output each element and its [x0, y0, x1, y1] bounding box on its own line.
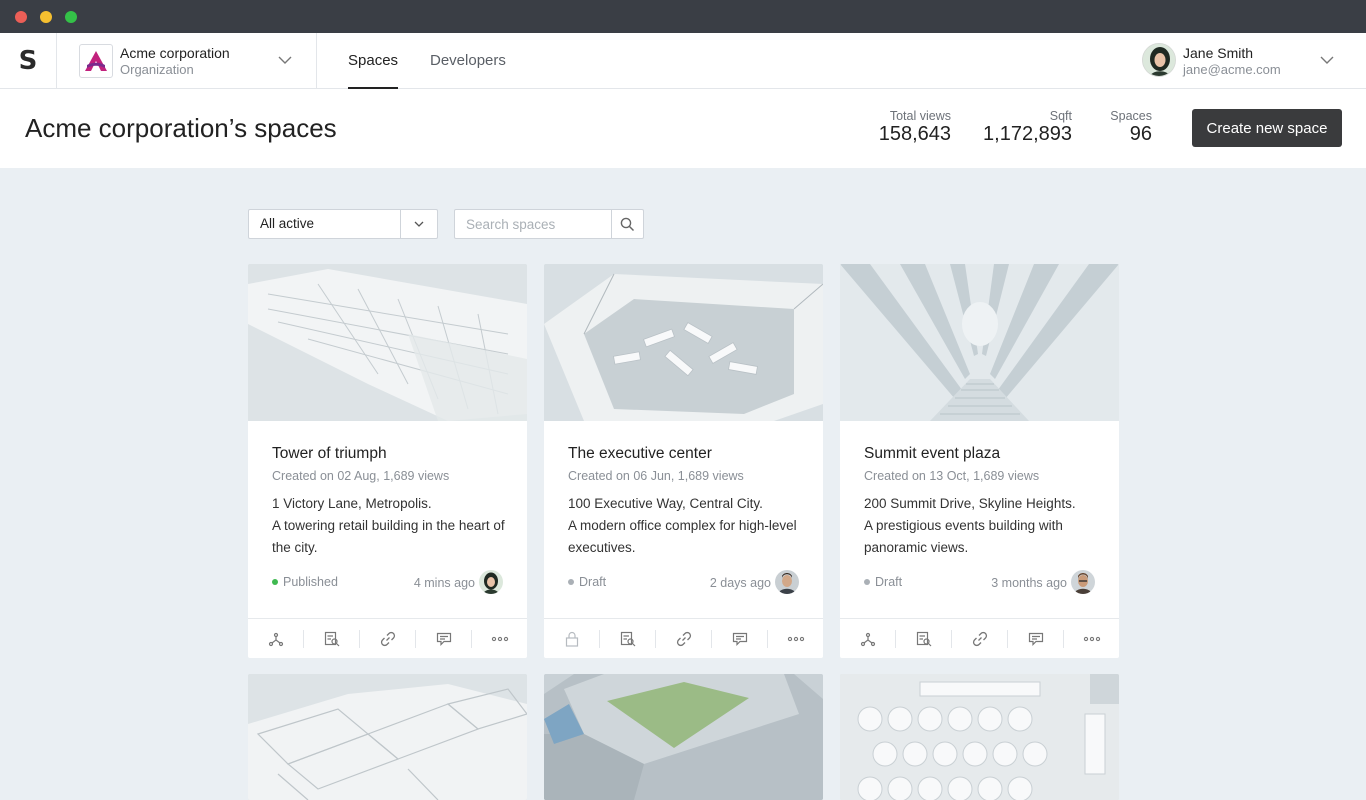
inspect-icon[interactable]	[600, 629, 656, 648]
space-title[interactable]: The executive center	[568, 445, 712, 463]
space-thumbnail[interactable]	[840, 674, 1119, 800]
inspect-icon[interactable]	[896, 629, 952, 648]
avatar	[479, 570, 503, 594]
comment-icon[interactable]	[1008, 629, 1064, 648]
more-icon[interactable]	[1064, 630, 1119, 648]
space-address: 200 Summit Drive, Skyline Heights.	[864, 496, 1076, 511]
chevron-down-icon	[278, 56, 292, 64]
card-actions	[248, 618, 527, 658]
more-icon[interactable]	[768, 630, 823, 648]
space-card[interactable]	[544, 674, 823, 800]
maximize-window-button[interactable]	[65, 11, 77, 23]
space-title[interactable]: Tower of triumph	[272, 445, 387, 463]
org-name: Acme corporation	[120, 45, 230, 61]
stat-value: 1,172,893	[983, 123, 1072, 145]
status-filter-value: All active	[260, 216, 315, 231]
share-icon[interactable]	[248, 629, 304, 648]
share-icon[interactable]	[840, 629, 896, 648]
last-updated: 2 days ago	[709, 576, 771, 590]
stat-spaces: Spaces 96	[1110, 109, 1152, 146]
comment-icon[interactable]	[712, 629, 768, 648]
space-address: 1 Victory Lane, Metropolis.	[272, 496, 432, 511]
avatar	[775, 570, 799, 594]
space-description: 100 Executive Way, Central City. A moder…	[568, 493, 808, 559]
space-title[interactable]: Summit event plaza	[864, 445, 1000, 463]
status-label: Draft	[875, 575, 903, 589]
stat-value: 96	[1129, 123, 1152, 145]
stat-label: Spaces	[1110, 109, 1152, 123]
user-menu[interactable]: Jane Smith jane@acme.com	[1136, 33, 1366, 89]
more-icon[interactable]	[472, 630, 527, 648]
card-actions	[840, 618, 1119, 658]
space-card[interactable]	[248, 674, 527, 800]
tab-developers[interactable]: Developers	[430, 33, 506, 89]
space-description: 200 Summit Drive, Skyline Heights. A pre…	[864, 493, 1104, 559]
space-description: 1 Victory Lane, Metropolis. A towering r…	[272, 493, 512, 559]
stat-label: Total views	[889, 109, 951, 123]
space-summary: A towering retail building in the heart …	[272, 518, 505, 555]
search-icon[interactable]	[611, 210, 643, 238]
space-address: 100 Executive Way, Central City.	[568, 496, 763, 511]
top-navigation: S Acme corporation Organization Spaces D…	[0, 33, 1366, 89]
app-logo[interactable]: S	[0, 33, 57, 89]
stat-total-views: Total views 158,643	[879, 109, 951, 146]
space-thumbnail[interactable]	[544, 264, 823, 421]
user-email: jane@acme.com	[1183, 62, 1281, 77]
search-box	[454, 209, 644, 239]
link-icon[interactable]	[656, 629, 712, 648]
status-label: Draft	[579, 575, 607, 589]
status-filter-select[interactable]: All active	[248, 209, 438, 239]
status-badge: Draft	[864, 575, 902, 589]
search-input[interactable]	[455, 210, 611, 238]
org-switcher[interactable]: Acme corporation Organization	[57, 33, 317, 89]
minimize-window-button[interactable]	[40, 11, 52, 23]
status-badge: Published	[272, 575, 338, 589]
stat-label: Sqft	[1049, 109, 1072, 123]
create-new-space-button[interactable]: Create new space	[1192, 109, 1342, 147]
space-summary: A modern office complex for high-level e…	[568, 518, 797, 555]
inspect-icon[interactable]	[304, 629, 360, 648]
status-dot-icon	[864, 579, 870, 585]
chevron-down-icon[interactable]	[400, 210, 437, 238]
status-label: Published	[283, 575, 338, 589]
space-summary: A prestigious events building with panor…	[864, 518, 1063, 555]
app-logo-letter: S	[18, 46, 38, 76]
window-titlebar	[0, 0, 1366, 33]
avatar	[1142, 43, 1176, 77]
space-card[interactable]: Summit event plaza Created on 13 Oct, 1,…	[840, 264, 1119, 658]
status-badge: Draft	[568, 575, 606, 589]
space-thumbnail[interactable]	[248, 264, 527, 421]
link-icon[interactable]	[360, 629, 416, 648]
avatar	[1071, 570, 1095, 594]
chevron-down-icon	[1320, 56, 1334, 64]
stat-sqft: Sqft 1,172,893	[983, 109, 1072, 146]
lock-icon[interactable]	[544, 629, 600, 648]
close-window-button[interactable]	[15, 11, 27, 23]
link-icon[interactable]	[952, 629, 1008, 648]
space-thumbnail[interactable]	[840, 264, 1119, 421]
card-actions	[544, 618, 823, 658]
space-card[interactable]: The executive center Created on 06 Jun, …	[544, 264, 823, 658]
space-meta: Created on 06 Jun, 1,689 views	[568, 469, 744, 483]
comment-icon[interactable]	[416, 629, 472, 648]
page-title: Acme corporation’s spaces	[25, 113, 337, 143]
space-thumbnail[interactable]	[544, 674, 823, 800]
page-header: Acme corporation’s spaces Total views 15…	[0, 89, 1366, 168]
stat-value: 158,643	[878, 123, 951, 145]
space-card[interactable]	[840, 674, 1119, 800]
space-card[interactable]: Tower of triumph Created on 02 Aug, 1,68…	[248, 264, 527, 658]
user-name: Jane Smith	[1183, 45, 1254, 61]
last-updated: 4 mins ago	[413, 576, 475, 590]
space-meta: Created on 13 Oct, 1,689 views	[864, 469, 1040, 483]
status-dot-icon	[568, 579, 574, 585]
status-dot-icon	[272, 579, 278, 585]
last-updated: 3 months ago	[991, 576, 1067, 590]
org-logo-icon	[79, 44, 113, 78]
tab-spaces[interactable]: Spaces	[348, 33, 399, 89]
space-thumbnail[interactable]	[248, 674, 527, 800]
org-subtitle: Organization	[120, 62, 194, 77]
space-meta: Created on 02 Aug, 1,689 views	[272, 469, 450, 483]
